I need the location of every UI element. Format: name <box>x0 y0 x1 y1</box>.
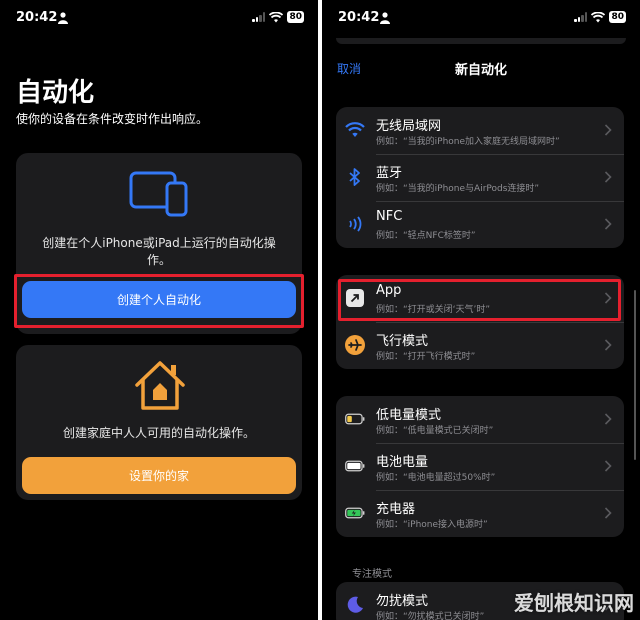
cellular-signal-icon <box>252 12 266 22</box>
wifi-icon <box>345 120 365 140</box>
row-title: 勿扰模式 <box>376 594 429 609</box>
trigger-row-bluetooth[interactable]: 蓝牙 例如：“当我的iPhone与AirPods连接时” <box>336 154 624 201</box>
trigger-row-battery-level[interactable]: 电池电量 例如：“电池电量超过50%时” <box>336 443 624 490</box>
devices-icon <box>129 171 188 217</box>
trigger-row-nfc[interactable]: NFC 例如：“轻点NFC标签时” <box>336 201 624 248</box>
trigger-row-wifi[interactable]: 无线局域网 例如：“当我的iPhone加入家庭无线局域网时” <box>336 107 624 154</box>
charger-icon <box>345 503 365 523</box>
row-subtitle: 例如：“打开飞行模式时” <box>376 352 476 362</box>
status-time: 20:42 <box>16 10 58 25</box>
chevron-right-icon <box>604 171 612 183</box>
row-title: 电池电量 <box>376 455 429 470</box>
status-bar: 20:42 80 <box>0 0 318 38</box>
row-title: 无线局域网 <box>376 119 442 134</box>
airplane-icon <box>345 335 365 355</box>
home-card-text: 创建家庭中人人可用的自动化操作。 <box>62 426 255 440</box>
row-subtitle: 例如：“电池电量超过50%时” <box>376 473 496 483</box>
nfc-icon <box>345 214 365 234</box>
wifi-status-icon <box>269 11 284 22</box>
sheet-edge <box>336 38 626 44</box>
chevron-right-icon <box>604 507 612 519</box>
trigger-row-airplane-mode[interactable]: 飞行模式 例如：“打开飞行模式时” <box>336 322 624 369</box>
chevron-right-icon <box>604 218 612 230</box>
row-subtitle: 例如：“轻点NFC标签时” <box>376 231 476 241</box>
personal-card-text: 创建在个人iPhone或iPad上运行的自动化操作。 <box>42 236 276 267</box>
row-title: NFC <box>376 209 403 224</box>
battery-indicator: 80 <box>609 11 626 23</box>
cellular-signal-icon <box>574 12 588 22</box>
home-automation-card: 创建家庭中人人可用的自动化操作。 设置你的家 <box>16 345 302 500</box>
automation-screen: 20:42 80 自动化 使你的设备在条件改变时作出响应。 创建在个人iPhon… <box>0 0 318 620</box>
setup-home-button[interactable]: 设置你的家 <box>22 457 296 494</box>
row-subtitle: 例如：“当我的iPhone与AirPods连接时” <box>376 184 540 194</box>
highlight-box <box>14 274 304 328</box>
battery-level-icon <box>345 456 365 476</box>
row-title: 充电器 <box>376 502 416 517</box>
wifi-status-icon <box>591 11 606 22</box>
trigger-group-connectivity: 无线局域网 例如：“当我的iPhone加入家庭无线局域网时” 蓝牙 例如：“当我… <box>336 107 624 248</box>
low-battery-icon <box>345 409 365 429</box>
person-icon <box>58 12 68 24</box>
chevron-right-icon <box>604 339 612 351</box>
chevron-right-icon <box>604 460 612 472</box>
person-icon <box>380 12 390 24</box>
chevron-right-icon <box>604 124 612 136</box>
section-header-focus: 专注模式 <box>352 569 392 580</box>
nav-title: 新自动化 <box>454 63 507 78</box>
highlight-box <box>338 279 621 321</box>
moon-icon <box>345 595 365 615</box>
battery-indicator: 80 <box>287 11 304 23</box>
trigger-group-power: 低电量模式 例如：“低电量模式已关闭时” 电池电量 例如：“电池电量超过50%时… <box>336 396 624 537</box>
home-icon <box>135 361 185 410</box>
watermark-text: 爱刨根知识网 <box>514 591 634 615</box>
scrollbar[interactable] <box>634 290 636 460</box>
row-subtitle: 例如：“当我的iPhone加入家庭无线局域网时” <box>376 137 560 147</box>
row-subtitle: 例如：“勿扰模式已关闭时” <box>376 612 485 620</box>
row-title: 低电量模式 <box>376 408 442 423</box>
row-title: 飞行模式 <box>376 334 429 349</box>
chevron-right-icon <box>604 413 612 425</box>
row-subtitle: 例如：“低电量模式已关闭时” <box>376 426 494 436</box>
status-bar: 20:42 80 <box>322 0 640 38</box>
row-title: 蓝牙 <box>376 166 403 181</box>
trigger-row-charger[interactable]: 充电器 例如：“iPhone接入电源时” <box>336 490 624 537</box>
status-time: 20:42 <box>338 10 380 25</box>
bluetooth-icon <box>345 167 365 187</box>
trigger-row-low-power-mode[interactable]: 低电量模式 例如：“低电量模式已关闭时” <box>336 396 624 443</box>
row-subtitle: 例如：“iPhone接入电源时” <box>376 520 488 530</box>
page-title: 自动化 <box>16 78 95 108</box>
new-automation-sheet: 20:42 80 取消 新自动化 无线局域网 例如：“当我的iPhone加入家庭… <box>322 0 640 620</box>
page-subtitle: 使你的设备在条件改变时作出响应。 <box>16 112 209 126</box>
